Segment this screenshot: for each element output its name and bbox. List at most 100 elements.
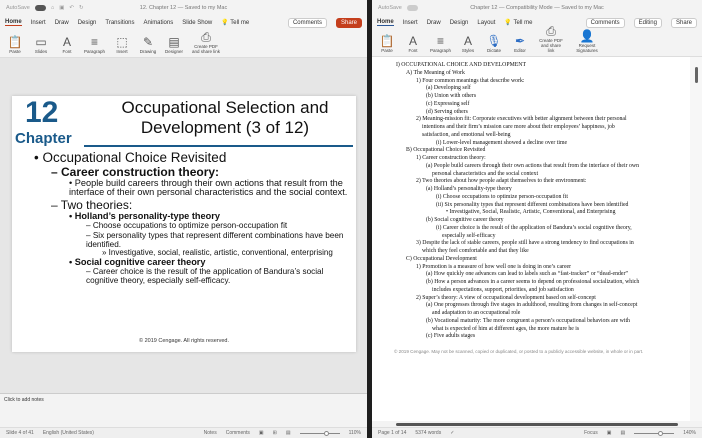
- word-share-button[interactable]: Share: [670, 17, 697, 28]
- normal-view-icon[interactable]: ▣: [259, 430, 264, 436]
- outline-line: I) OCCUPATIONAL CHOICE AND DEVELOPMENT: [396, 62, 526, 68]
- outline-line: 3) Despite the lack of stable careers, p…: [416, 240, 634, 247]
- slides-label: Slides: [34, 49, 48, 54]
- scroll-thumb[interactable]: [695, 67, 698, 83]
- styles-button[interactable]: A Styles: [459, 34, 477, 53]
- proofing-icon[interactable]: ✓: [450, 430, 454, 436]
- powerpoint-window: AutoSave ⌂ ▣ ↶ ↻ 12. Chapter 12 — Saved …: [0, 0, 367, 438]
- word-window-title: Chapter 12 — Compatibility Mode — Saved …: [470, 5, 604, 11]
- dictate-button[interactable]: 🎙 Dictate: [485, 34, 503, 53]
- insert-icon: ⬚: [116, 35, 128, 49]
- outline-line: • Investigative, Social, Realistic, Arti…: [446, 209, 616, 216]
- slide-bullet: – Career choice is the result of the app…: [86, 267, 324, 285]
- tab-transitions[interactable]: Transitions: [105, 20, 134, 26]
- request-signatures-button[interactable]: 👤 Request Signatures: [573, 29, 601, 53]
- outline-line: includes expectations, support, prioriti…: [432, 286, 574, 293]
- tab-slide-show[interactable]: Slide Show: [182, 20, 212, 26]
- signature-icon: 👤: [579, 29, 595, 43]
- editor-icon: ✒: [514, 34, 526, 48]
- word-tell-me[interactable]: 💡 Tell me: [504, 19, 532, 26]
- document-page[interactable]: I) OCCUPATIONAL CHOICE AND DEVELOPMENT A)…: [372, 57, 690, 421]
- print-layout-icon[interactable]: ▣: [607, 430, 612, 436]
- create-pdf-button[interactable]: ⎙ Create PDF and share link: [191, 30, 221, 54]
- outline-line: (b) How a person advances in a career se…: [426, 279, 640, 285]
- reading-view-icon[interactable]: ▤: [286, 430, 291, 436]
- slide-canvas: 12 Chapter Occupational Selection and De…: [0, 58, 367, 393]
- web-layout-icon[interactable]: ▤: [620, 430, 625, 436]
- editing-button[interactable]: Editing: [633, 17, 662, 28]
- word-zoom-slider[interactable]: [634, 430, 675, 436]
- vertical-scrollbar[interactable]: [690, 57, 702, 421]
- notes-pane[interactable]: Click to add notes: [0, 393, 367, 413]
- tab-insert[interactable]: Insert: [31, 20, 46, 26]
- outline-line: (b) Vocational maturity: The more congru…: [426, 317, 630, 324]
- outline-line: B) Occupational Choice Revisited: [406, 147, 486, 154]
- pdf-icon: ⎙: [546, 24, 556, 38]
- word-count[interactable]: 5374 words: [415, 430, 441, 436]
- outline-line: A) The Meaning of Work: [406, 69, 465, 76]
- slide-title[interactable]: Occupational Selection and Development (…: [100, 98, 350, 138]
- word-tab-design[interactable]: Design: [450, 20, 469, 26]
- font-icon: A: [408, 34, 417, 48]
- outline-line: satisfaction, and emotional well-being: [422, 131, 511, 138]
- tab-home[interactable]: Home: [5, 19, 22, 26]
- designer-icon: ▤: [168, 35, 180, 49]
- word-paragraph-button[interactable]: ≡ Paragraph: [430, 34, 451, 53]
- designer-button[interactable]: ▤ Designer: [165, 35, 183, 54]
- outline-line: 2) Meaning-mission fit: Corporate execut…: [416, 116, 627, 123]
- word-comments-button[interactable]: Comments: [585, 17, 625, 28]
- notes-button[interactable]: Notes: [204, 430, 217, 436]
- outline-line: and adaptation to an occupational role: [432, 310, 521, 316]
- word-create-pdf-button[interactable]: ⎙ Create PDF and share link: [537, 24, 565, 53]
- page-count[interactable]: Page 1 of 14: [378, 430, 406, 436]
- editor-button[interactable]: ✒ Editor: [511, 34, 529, 53]
- share-button[interactable]: Share: [335, 17, 362, 28]
- outline-line: (a) How quickly one advances can lead to…: [426, 271, 628, 278]
- word-paste-button[interactable]: 📋 Paste: [378, 34, 396, 53]
- slide-bullet: • People build careers through their own…: [69, 177, 348, 198]
- slide[interactable]: 12 Chapter Occupational Selection and De…: [12, 96, 356, 352]
- paste-button[interactable]: 📋 Paste: [6, 35, 24, 54]
- paragraph-label: Paragraph: [84, 49, 106, 54]
- horizontal-scrollbar[interactable]: [396, 423, 678, 426]
- document-body[interactable]: I) OCCUPATIONAL CHOICE AND DEVELOPMENT A)…: [396, 62, 690, 341]
- word-paragraph-label: Paragraph: [430, 48, 452, 53]
- outline-line: (c) Five adults stages: [426, 333, 476, 340]
- language[interactable]: English (United States): [43, 430, 94, 436]
- font-icon: A: [62, 35, 71, 49]
- sorter-view-icon[interactable]: ⊞: [273, 430, 277, 436]
- font-button[interactable]: A Font: [58, 35, 76, 54]
- word-tab-insert[interactable]: Insert: [403, 20, 418, 26]
- word-status-bar: Page 1 of 14 5374 words ✓ Focus ▣ ▤ 140%: [372, 427, 702, 438]
- zoom-level[interactable]: 110%: [349, 430, 361, 436]
- focus-button[interactable]: Focus: [584, 430, 598, 436]
- slide-body[interactable]: • Occupational Choice Revisited – Career …: [34, 150, 354, 285]
- insert-label: Insert: [116, 49, 128, 54]
- word-tab-home[interactable]: Home: [377, 19, 394, 26]
- insert-button[interactable]: ⬚ Insert: [113, 35, 131, 54]
- word-font-button[interactable]: A Font: [404, 34, 422, 53]
- tell-me[interactable]: 💡 Tell me: [221, 19, 249, 26]
- slides-icon: ▭: [35, 35, 47, 49]
- drawing-button[interactable]: ✎ Drawing: [139, 35, 157, 54]
- outline-line: C) Occupational Development: [406, 255, 477, 262]
- outline-line: (a) Holland’s personality-type theory: [426, 186, 512, 192]
- designer-label: Designer: [165, 49, 184, 54]
- paste-icon: 📋: [7, 35, 23, 49]
- word-zoom-level[interactable]: 140%: [683, 430, 696, 436]
- slides-button[interactable]: ▭ Slides: [32, 35, 50, 54]
- comments-status-button[interactable]: Comments: [226, 430, 250, 436]
- tab-draw[interactable]: Draw: [55, 20, 69, 26]
- comments-button[interactable]: Comments: [287, 17, 327, 28]
- tab-animations[interactable]: Animations: [144, 20, 174, 26]
- outline-line: 1) Career construction theory:: [416, 155, 486, 161]
- outline-line: (i) Choose occupations to optimize perso…: [436, 193, 569, 200]
- paragraph-button[interactable]: ≡ Paragraph: [84, 35, 105, 54]
- zoom-slider[interactable]: [299, 430, 340, 436]
- word-tab-layout[interactable]: Layout: [477, 20, 495, 26]
- font-label: Font: [62, 49, 72, 54]
- word-tab-draw[interactable]: Draw: [427, 20, 441, 26]
- tab-design[interactable]: Design: [78, 20, 97, 26]
- ppt-ribbon: 📋 Paste ▭ Slides A Font ≡ Paragraph ⬚ Insert …: [0, 29, 367, 58]
- slide-bullet: • Holland’s personality-type theory: [69, 210, 220, 221]
